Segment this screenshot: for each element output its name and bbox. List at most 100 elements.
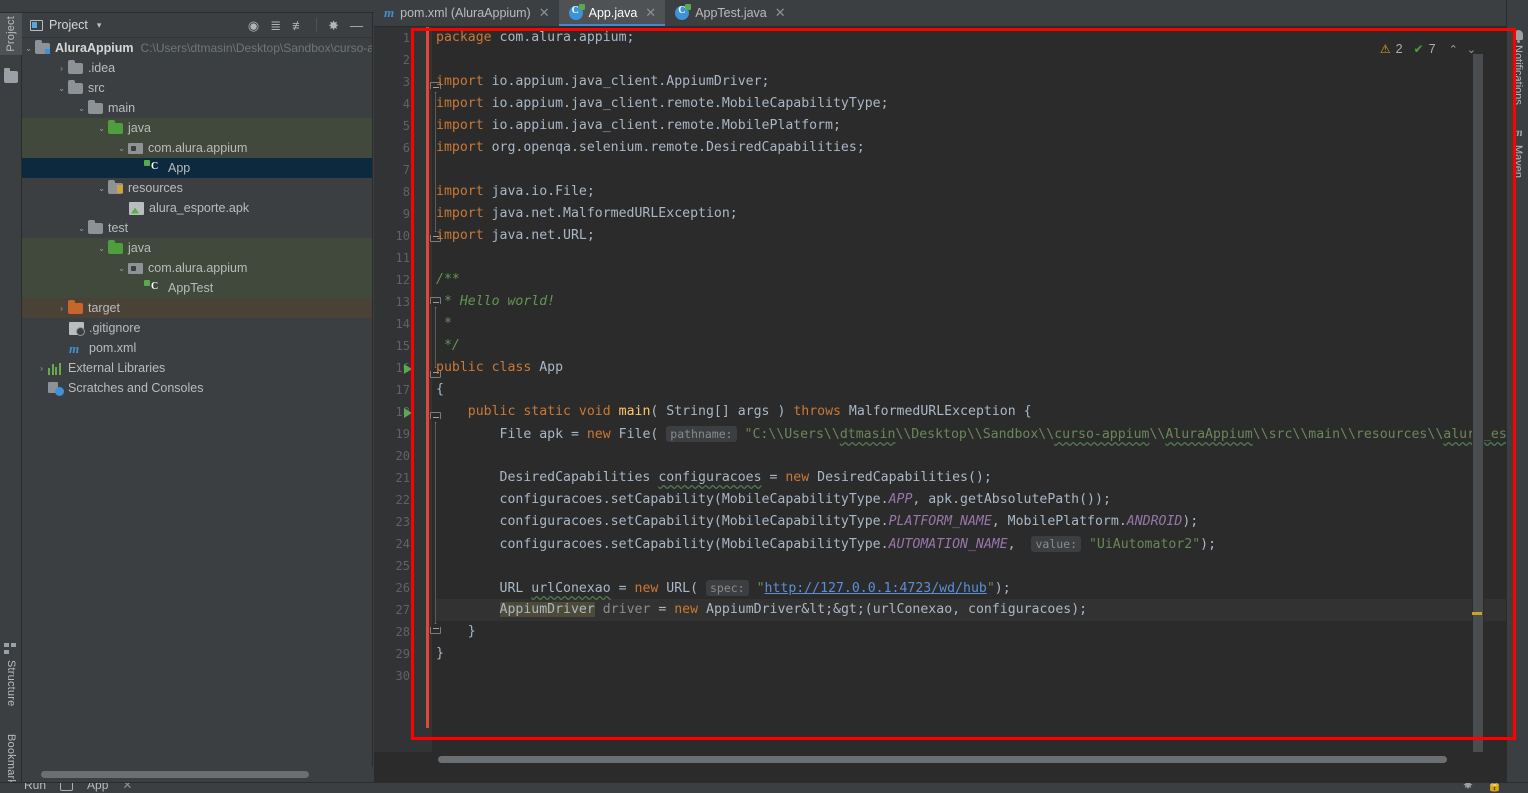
code-line[interactable]: configuracoes.setCapability(MobileCapabi… — [436, 489, 1506, 511]
lock-icon[interactable]: 🔒 — [1487, 783, 1502, 792]
sidebar-item-notifications[interactable]: Notifications — [1507, 30, 1528, 108]
locate-icon[interactable]: ◉ — [248, 19, 259, 32]
tree-node-java[interactable]: ⌄ java — [22, 118, 372, 138]
code-line[interactable]: * — [436, 313, 1506, 335]
tree-node-external-libraries[interactable]: › External Libraries — [22, 358, 372, 378]
chevron-right-icon[interactable]: › — [55, 58, 68, 78]
tab-app-java[interactable]: App.java ✕ — [558, 0, 666, 26]
tab-apptest-java[interactable]: AppTest.java ✕ — [665, 0, 794, 26]
code-line[interactable]: import java.net.URL; — [436, 225, 1506, 247]
tree-node-test[interactable]: ⌄ test — [22, 218, 372, 238]
editor-hscrollbar[interactable] — [374, 752, 1506, 766]
hide-icon[interactable]: — — [350, 19, 363, 32]
code-line[interactable]: import io.appium.java_client.AppiumDrive… — [436, 71, 1506, 93]
bottom-item-app-label[interactable]: App — [87, 783, 108, 792]
code-line[interactable]: */ — [436, 335, 1506, 357]
chevron-down-icon[interactable]: · — [55, 318, 68, 338]
chevron-down-icon[interactable]: ⌄ — [95, 178, 108, 198]
tree-node-aluraappium[interactable]: ⌄ AluraAppium C:\Users\dtmasin\Desktop\San… — [22, 38, 372, 58]
collapse-all-icon[interactable]: ≢ — [292, 19, 305, 32]
code-line[interactable]: * Hello world! — [436, 291, 1506, 313]
scrollbar-thumb[interactable] — [1473, 54, 1483, 754]
code-line[interactable]: URL urlConexao = new URL( spec: "http://… — [436, 577, 1506, 599]
close-icon[interactable]: ✕ — [122, 783, 132, 792]
tree-node-target[interactable]: › target — [22, 298, 372, 318]
code-line[interactable] — [436, 49, 1506, 71]
code-line[interactable] — [436, 159, 1506, 181]
chevron-down-icon[interactable]: ⌄ — [115, 138, 128, 158]
code-line[interactable]: } — [436, 643, 1506, 665]
code-line[interactable] — [436, 445, 1506, 467]
next-problem-icon[interactable]: ⌄ — [1465, 43, 1478, 56]
chevron-down-icon[interactable]: ⌄ — [55, 78, 68, 98]
chevron-right-icon[interactable]: › — [35, 358, 48, 378]
settings-gear-icon[interactable]: ✸ — [328, 19, 339, 32]
tree-node--idea[interactable]: › .idea — [22, 58, 372, 78]
chevron-down-icon[interactable]: ⌄ — [22, 38, 35, 58]
code-line[interactable]: DesiredCapabilities configuracoes = new … — [436, 467, 1506, 489]
tree-node-com-alura-appium[interactable]: ⌄ com.alura.appium — [22, 138, 372, 158]
code-line[interactable]: { — [436, 379, 1506, 401]
chevron-down-icon[interactable]: ⌄ — [75, 98, 88, 118]
sidebar-item-project[interactable]: Project — [0, 13, 22, 55]
chevron-down-icon[interactable]: ▾ — [97, 20, 102, 31]
code-line[interactable]: import java.io.File; — [436, 181, 1506, 203]
code-text[interactable]: package com.alura.appium; import io.appiu… — [436, 27, 1506, 766]
chevron-down-icon[interactable]: ⌄ — [95, 118, 108, 138]
code-line[interactable]: /** — [436, 269, 1506, 291]
tree-node-pom-xml[interactable]: ·m pom.xml — [22, 338, 372, 358]
code-line[interactable]: configuracoes.setCapability(MobileCapabi… — [436, 511, 1506, 533]
chevron-down-icon[interactable]: ⌄ — [75, 218, 88, 238]
chevron-down-icon[interactable]: ⌄ — [115, 258, 128, 278]
code-line[interactable]: package com.alura.appium; — [436, 27, 1506, 49]
expand-all-icon[interactable]: ≣ — [270, 19, 281, 32]
warning-stripe-marker[interactable] — [1472, 612, 1482, 615]
tree-node-scratches-and-consoles[interactable]: · Scratches and Consoles — [22, 378, 372, 398]
code-line[interactable]: import io.appium.java_client.remote.Mobi… — [436, 93, 1506, 115]
tree-node-alura-esporte-apk[interactable]: · alura_esporte.apk — [22, 198, 372, 218]
inspections-widget[interactable]: ⚠ 2 ✔ 7 ⌃ ⌄ — [1380, 42, 1478, 56]
close-icon[interactable]: ✕ — [775, 5, 786, 21]
code-line[interactable]: import org.openqa.selenium.remote.Desire… — [436, 137, 1506, 159]
prev-problem-icon[interactable]: ⌃ — [1447, 43, 1460, 56]
tree-node-src[interactable]: ⌄ src — [22, 78, 372, 98]
settings-gear-icon[interactable]: ✸ — [1463, 783, 1473, 792]
code-editor[interactable]: 1 2 3 4 5 6 7 8 9 10 11 12 13 14 15 16 17 18 19 20 21 22 23 24 2… — [374, 27, 1506, 766]
chevron-down-icon[interactable]: ⌄ — [95, 238, 108, 258]
gutter-run-icon[interactable] — [404, 364, 412, 374]
code-line[interactable]: configuracoes.setCapability(MobileCapabi… — [436, 533, 1506, 555]
code-line[interactable]: public static void main( String[] args )… — [436, 401, 1506, 423]
bottom-item-run-label[interactable]: Run — [24, 783, 46, 792]
tree-node--gitignore[interactable]: · .gitignore — [22, 318, 372, 338]
scrollbar-thumb[interactable] — [438, 756, 1447, 763]
editor-tab-bar[interactable]: mpom.xml (AluraAppium)✕App.java✕AppTest.… — [374, 0, 1506, 27]
tree-node-apptest[interactable]: ·AppTest — [22, 278, 372, 298]
close-icon[interactable]: ✕ — [645, 5, 656, 21]
chevron-down-icon[interactable]: · — [55, 338, 68, 358]
tree-node-app[interactable]: ·App — [22, 158, 372, 178]
tree-node-resources[interactable]: ⌄ resources — [22, 178, 372, 198]
code-line[interactable]: public class App — [436, 357, 1506, 379]
code-line[interactable]: AppiumDriver driver = new AppiumDriver&l… — [436, 599, 1506, 621]
code-line[interactable]: import io.appium.java_client.remote.Mobi… — [436, 115, 1506, 137]
code-line[interactable]: } — [436, 621, 1506, 643]
chevron-right-icon[interactable]: › — [55, 298, 68, 318]
chevron-down-icon[interactable]: · — [35, 378, 48, 398]
close-icon[interactable]: ✕ — [539, 5, 550, 21]
code-line[interactable]: File apk = new File( pathname: "C:\\User… — [436, 423, 1506, 445]
scrollbar-thumb[interactable] — [41, 771, 309, 778]
project-tree[interactable]: ⌄ AluraAppium C:\Users\dtmasin\Desktop\San… — [22, 38, 372, 767]
chevron-down-icon[interactable]: · — [115, 198, 128, 218]
editor-gutter[interactable]: 1 2 3 4 5 6 7 8 9 10 11 12 13 14 15 16 17 18 19 20 21 22 23 24 2… — [374, 27, 432, 766]
tab-pom-xml[interactable]: m pom.xml (AluraAppium) ✕ — [374, 0, 559, 26]
gutter-run-icon[interactable] — [404, 408, 412, 418]
sidebar-item-maven[interactable]: m Maven — [1507, 125, 1528, 181]
editor-vscrollbar[interactable] — [1472, 54, 1484, 766]
tree-node-main[interactable]: ⌄ main — [22, 98, 372, 118]
code-line[interactable] — [436, 555, 1506, 577]
sidebar-item-structure[interactable]: Structure — [0, 641, 22, 709]
project-tree-hscrollbar[interactable] — [22, 767, 373, 781]
code-line[interactable]: import java.net.MalformedURLException; — [436, 203, 1506, 225]
tree-node-com-alura-appium[interactable]: ⌄ com.alura.appium — [22, 258, 372, 278]
code-line[interactable] — [436, 665, 1506, 687]
